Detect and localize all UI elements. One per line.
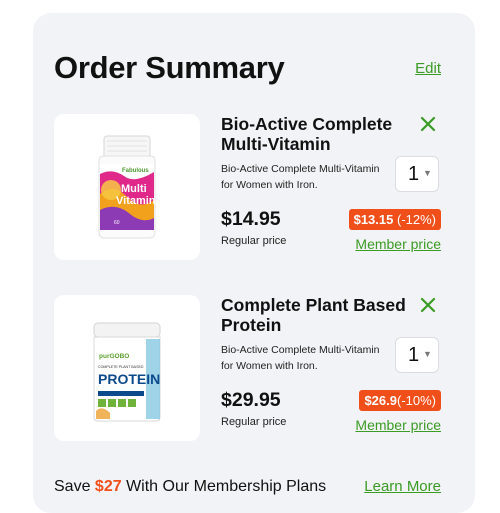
product-image-multivitamin: Fabulous Multi Vitamin 60: [54, 114, 200, 260]
cart-item-multivitamin: Fabulous Multi Vitamin 60 Bio-Active Com…: [33, 114, 475, 264]
save-suffix: With Our Membership Plans: [121, 478, 327, 495]
learn-more-link[interactable]: Learn More: [364, 478, 441, 495]
regular-price: $29.95: [221, 389, 281, 411]
cart-item-protein: purGOBO COMPLETE PLANT BASED PROTEIN Com…: [33, 295, 475, 445]
caret-down-icon: ▼: [423, 168, 432, 178]
save-prefix: Save: [54, 478, 95, 495]
product-description: Bio-Active Complete Multi-Vitamin for Wo…: [221, 344, 380, 372]
remove-item-icon[interactable]: [419, 115, 437, 133]
protein-tub-icon: purGOBO COMPLETE PLANT BASED PROTEIN: [93, 322, 161, 422]
member-price-link[interactable]: Member price: [355, 417, 441, 433]
regular-price-label: Regular price: [221, 235, 287, 247]
vitamin-line2-text: Vitamin: [116, 195, 156, 207]
quantity-value: 1: [408, 163, 420, 185]
product-name: Complete Plant Based Protein: [221, 295, 406, 335]
member-price-link[interactable]: Member price: [355, 236, 441, 252]
regular-price-label: Regular price: [221, 416, 287, 428]
member-discount: (-10%): [396, 393, 436, 408]
member-price-value: $13.15: [353, 212, 394, 227]
quantity-select[interactable]: 1 ▼: [395, 337, 439, 373]
member-price-badge: $13.15 (-12%): [348, 209, 441, 230]
quantity-select[interactable]: 1 ▼: [395, 156, 439, 192]
vitamin-bottle-icon: Fabulous Multi Vitamin 60: [98, 135, 156, 239]
regular-price: $14.95: [221, 208, 281, 230]
product-description: Bio-Active Complete Multi-Vitamin for Wo…: [221, 163, 380, 191]
page-title: Order Summary: [54, 50, 285, 85]
edit-link[interactable]: Edit: [415, 60, 441, 77]
protein-line2-text: PROTEIN: [98, 371, 160, 387]
member-discount: (-12%): [396, 212, 436, 227]
member-price-badge: $26.9(-10%): [359, 390, 441, 411]
save-amount: $27: [94, 478, 122, 495]
vitamin-brand-text: Fabulous: [122, 168, 149, 174]
product-name: Bio-Active Complete Multi-Vitamin: [221, 114, 393, 154]
product-image-protein: purGOBO COMPLETE PLANT BASED PROTEIN: [54, 295, 200, 441]
protein-line1-text: COMPLETE PLANT BASED: [98, 365, 144, 369]
quantity-value: 1: [408, 344, 420, 366]
order-summary-panel: Order Summary Edit Fabulous Multi Vitami…: [33, 13, 475, 513]
caret-down-icon: ▼: [423, 349, 432, 359]
vitamin-count-text: 60: [114, 220, 120, 226]
vitamin-line1-text: Multi: [121, 183, 147, 195]
member-price-value: $26.9: [364, 393, 397, 408]
remove-item-icon[interactable]: [419, 296, 437, 314]
membership-savings-text: Save $27 With Our Membership Plans: [54, 478, 326, 496]
protein-brand-text: purGOBO: [99, 353, 129, 360]
